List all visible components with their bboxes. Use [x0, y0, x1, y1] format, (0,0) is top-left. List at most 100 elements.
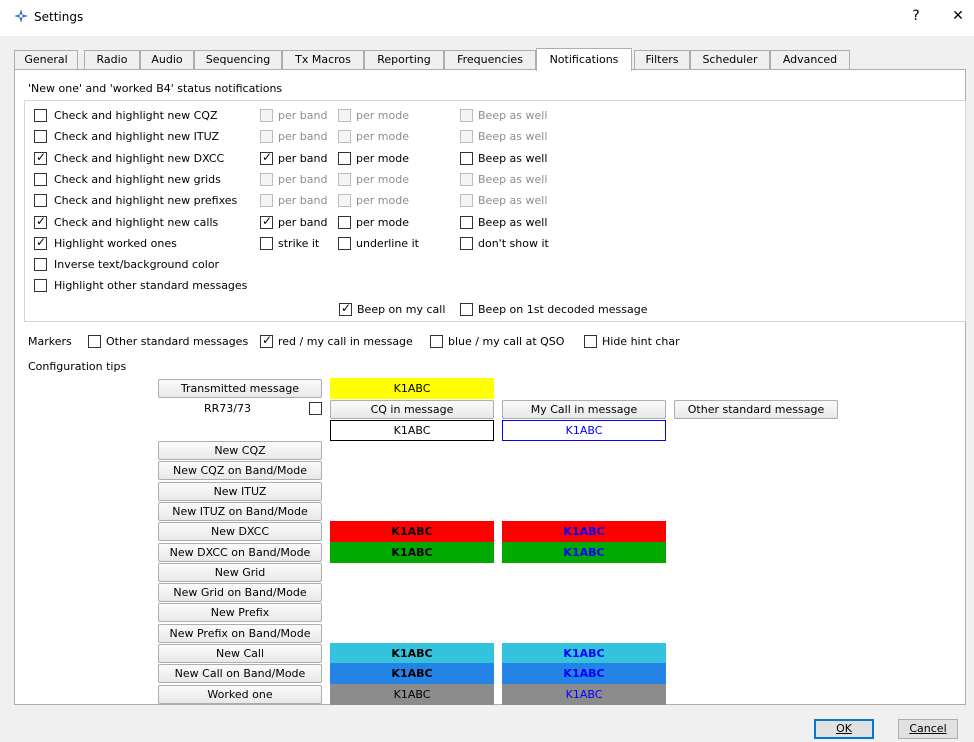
tip-row-11-button[interactable]: New Call on Band/Mode [158, 664, 322, 684]
status-row-4-c4-checkbox[interactable] [460, 194, 473, 208]
status-row-1-c2-label: per band [278, 130, 328, 144]
tab-audio[interactable]: Audio [140, 50, 194, 69]
status-row-2-c4-label: Beep as well [478, 151, 548, 165]
tip-row-7-button[interactable]: New Grid on Band/Mode [158, 583, 322, 603]
tip-row-12-cq-sample: K1ABC [330, 683, 494, 705]
status-row-5-c4-label: Beep as well [478, 215, 548, 229]
tip-row-5-button[interactable]: New DXCC on Band/Mode [158, 542, 322, 562]
status-row-5-c4-checkbox[interactable] [460, 215, 473, 229]
marker-hide-hint-label: Hide hint char [602, 335, 680, 348]
marker-red-my-call-checkbox[interactable]: ✓ [260, 333, 273, 348]
status-row-4-label: Check and highlight new prefixes [54, 194, 238, 208]
status-row-0-c2-checkbox[interactable] [260, 109, 273, 122]
status-row-4-c2-checkbox[interactable] [260, 194, 273, 208]
status-row-6-c2-checkbox[interactable] [260, 236, 273, 250]
status-row-8-label: Highlight other standard messages [54, 279, 248, 293]
status-row-1-c4-label: Beep as well [478, 130, 548, 144]
status-row-5-c2-checkbox[interactable]: ✓ [260, 214, 273, 229]
status-row-6-label: Highlight worked ones [54, 236, 177, 250]
transmitted-message-button[interactable]: Transmitted message [158, 379, 322, 398]
status-row-0-c4-label: Beep as well [478, 109, 548, 122]
tip-row-9-button[interactable]: New Prefix on Band/Mode [158, 623, 322, 643]
tip-row-8-button[interactable]: New Prefix [158, 603, 322, 623]
tab-notifications[interactable]: Notifications [536, 48, 632, 71]
marker-hide-hint-checkbox[interactable] [584, 335, 597, 348]
status-row-2-c2-label: per band [278, 151, 328, 165]
tip-row-4-cq-sample: K1ABC [330, 521, 494, 543]
tip-row-10-button[interactable]: New Call [158, 644, 322, 663]
status-row-3-c3-label: per mode [356, 172, 409, 186]
beep-my-call-label: Beep on my call [357, 303, 446, 316]
status-row-4-c3-checkbox[interactable] [338, 194, 351, 208]
marker-blue-my-call-checkbox[interactable] [430, 335, 443, 348]
status-row-6-checkbox[interactable]: ✓ [34, 235, 47, 250]
status-row-1-c4-checkbox[interactable] [460, 130, 473, 144]
status-row-3-c4-checkbox[interactable] [460, 172, 473, 186]
status-row-6-c3-label: underline it [356, 236, 419, 250]
tab-radio[interactable]: Radio [84, 50, 140, 69]
cq-sample-call: K1ABC [330, 420, 494, 441]
close-button[interactable]: ✕ [948, 8, 968, 24]
status-row-4-c3-label: per mode [356, 194, 409, 208]
status-row-6-c4-checkbox[interactable] [460, 236, 473, 250]
status-row-5-c2-label: per band [278, 215, 328, 229]
status-row-4-checkbox[interactable] [34, 194, 47, 208]
ok-button[interactable]: OK [814, 719, 874, 739]
tip-row-12-my-call-sample: K1ABC [502, 683, 666, 705]
status-row-3-c2-checkbox[interactable] [260, 172, 273, 186]
my-call-in-message-button[interactable]: My Call in message [502, 400, 666, 419]
beep-first-decoded-checkbox[interactable] [460, 303, 473, 316]
tab-sequencing[interactable]: Sequencing [194, 50, 282, 69]
status-row-3-checkbox[interactable] [34, 172, 47, 186]
tip-row-12-button[interactable]: Worked one [158, 684, 322, 704]
status-row-3-c2-label: per band [278, 172, 328, 186]
status-row-0-c4-checkbox[interactable] [460, 109, 473, 122]
marker-red-my-call-label: red / my call in message [278, 335, 413, 348]
tab-general[interactable]: General [14, 50, 78, 69]
status-row-1-checkbox[interactable] [34, 130, 47, 144]
cancel-button[interactable]: Cancel [898, 719, 958, 739]
other-standard-message-button[interactable]: Other standard message [674, 400, 838, 419]
status-row-0-c3-label: per mode [356, 109, 409, 122]
beep-my-call-checkbox[interactable]: ✓ [339, 301, 352, 316]
tip-row-0-button[interactable]: New CQZ [158, 441, 322, 460]
tip-row-1-button[interactable]: New CQZ on Band/Mode [158, 461, 322, 481]
status-row-2-c4-checkbox[interactable] [460, 151, 473, 165]
status-row-2-checkbox[interactable]: ✓ [34, 150, 47, 165]
tab-scheduler[interactable]: Scheduler [690, 50, 770, 69]
status-row-2-c3-checkbox[interactable] [338, 151, 351, 165]
rr73-checkbox[interactable] [309, 402, 322, 415]
tip-row-2-button[interactable]: New ITUZ [158, 481, 322, 501]
marker-other-standard-checkbox[interactable] [88, 335, 101, 348]
status-row-0-checkbox[interactable] [34, 109, 47, 122]
status-row-0-c3-checkbox[interactable] [338, 109, 351, 122]
tip-row-3-button[interactable]: New ITUZ on Band/Mode [158, 501, 322, 521]
status-row-2-c2-checkbox[interactable]: ✓ [260, 150, 273, 165]
status-row-7-label: Inverse text/background color [54, 258, 220, 272]
tab-filters[interactable]: Filters [634, 50, 690, 69]
rr73-label: RR73/73 [204, 402, 251, 415]
status-row-2-label: Check and highlight new DXCC [54, 151, 225, 165]
help-button[interactable]: ? [906, 8, 926, 24]
status-row-1-c3-checkbox[interactable] [338, 130, 351, 144]
config-tips-label: Configuration tips [28, 360, 127, 373]
tip-row-4-button[interactable]: New DXCC [158, 522, 322, 542]
marker-other-standard-label: Other standard messages [106, 335, 249, 348]
markers-label: Markers [28, 335, 72, 348]
tab-tx-macros[interactable]: Tx Macros [282, 50, 364, 69]
status-row-6-c3-checkbox[interactable] [338, 236, 351, 250]
status-row-5-checkbox[interactable]: ✓ [34, 214, 47, 229]
tip-row-5-cq-sample: K1ABC [330, 541, 494, 563]
tab-frequencies[interactable]: Frequencies [444, 50, 536, 69]
tip-row-6-button[interactable]: New Grid [158, 562, 322, 582]
status-row-8-checkbox[interactable] [34, 279, 47, 293]
status-row-7-checkbox[interactable] [34, 258, 47, 272]
status-row-3-c3-checkbox[interactable] [338, 172, 351, 186]
tab-advanced[interactable]: Advanced [770, 50, 850, 69]
status-row-5-c3-checkbox[interactable] [338, 215, 351, 229]
cq-in-message-button[interactable]: CQ in message [330, 400, 494, 419]
tab-reporting[interactable]: Reporting [364, 50, 444, 69]
status-row-1-c2-checkbox[interactable] [260, 130, 273, 144]
tip-row-11-my-call-sample: K1ABC [502, 663, 666, 685]
status-row-4-c4-label: Beep as well [478, 194, 548, 208]
